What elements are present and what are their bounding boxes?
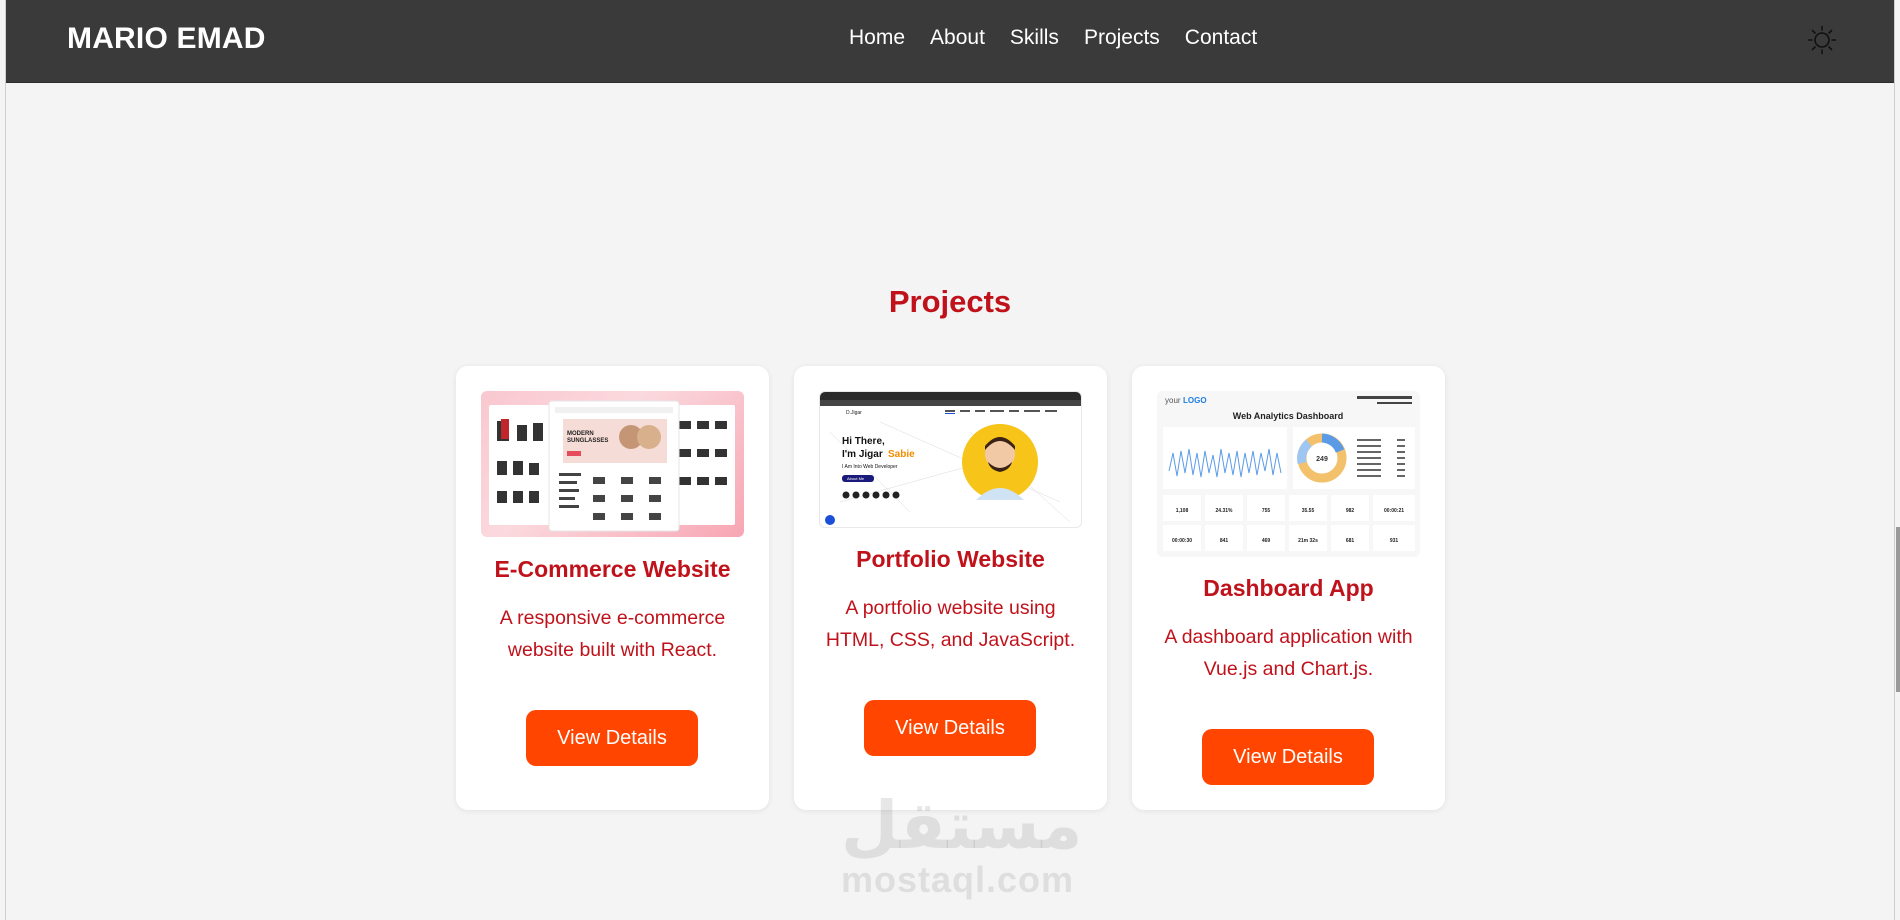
project-card-dashboard: your LOGO Web Analytics Dashboard 249 1,… [1132, 366, 1445, 810]
svg-text:755: 755 [1262, 508, 1271, 514]
svg-text:469: 469 [1262, 538, 1271, 544]
svg-text:Web Analytics Dashboard: Web Analytics Dashboard [1233, 411, 1344, 421]
nav-links: Home About Skills Projects Contact [849, 26, 1282, 50]
svg-text:00:00:21: 00:00:21 [1384, 508, 1404, 514]
nav-skills[interactable]: Skills [1010, 26, 1059, 50]
project-title: Dashboard App [1203, 575, 1374, 601]
svg-text:00:00:30: 00:00:30 [1172, 538, 1192, 544]
projects-title: Projects [888, 284, 1012, 319]
portfolio-preview-image: D.Jigar Hi There, I'm Jigar Sabie I Am I… [820, 392, 1081, 525]
project-title: E-Commerce Website [494, 556, 731, 582]
dashboard-preview-image: your LOGO Web Analytics Dashboard 249 1,… [1157, 391, 1420, 557]
svg-text:982: 982 [1346, 508, 1355, 514]
svg-text:LOGO: LOGO [1183, 396, 1207, 405]
svg-text:your: your [1165, 396, 1181, 405]
theme-toggle-button[interactable] [1807, 25, 1837, 55]
svg-text:1,108: 1,108 [1176, 508, 1189, 514]
project-card-ecommerce: MODERN SUNGLASSES E-Commerce Website A r… [456, 366, 769, 810]
view-details-button[interactable]: View Details [864, 700, 1036, 756]
svg-text:MODERN: MODERN [567, 431, 594, 437]
ecommerce-thumbnail[interactable]: MODERN SUNGLASSES [481, 391, 744, 537]
dashboard-thumbnail[interactable]: your LOGO Web Analytics Dashboard 249 1,… [1157, 391, 1420, 557]
project-description: A responsive e-commerce website built wi… [499, 607, 726, 661]
svg-text:D.Jigar: D.Jigar [846, 410, 862, 416]
svg-text:681: 681 [1346, 538, 1355, 544]
ecommerce-preview-image: MODERN SUNGLASSES [489, 400, 735, 532]
navbar: MARIO EMAD Home About Skills Projects Co… [6, 0, 1894, 83]
project-description: A portfolio website using HTML, CSS, and… [825, 597, 1076, 651]
svg-text:35.55: 35.55 [1302, 508, 1315, 514]
svg-text:About Me: About Me [847, 476, 865, 481]
nav-contact[interactable]: Contact [1185, 26, 1257, 50]
view-details-button[interactable]: View Details [1202, 729, 1374, 785]
svg-text:21m 32s: 21m 32s [1298, 538, 1318, 544]
nav-about[interactable]: About [930, 26, 985, 50]
view-details-button[interactable]: View Details [526, 710, 698, 766]
watermark-latin: mostaql.com [841, 859, 1075, 900]
brand-logo[interactable]: MARIO EMAD [67, 22, 266, 56]
svg-text:SUNGLASSES: SUNGLASSES [567, 438, 608, 444]
svg-text:249: 249 [1316, 456, 1328, 463]
svg-text:Sabie: Sabie [888, 449, 915, 460]
svg-text:931: 931 [1390, 538, 1399, 544]
svg-text:Hi There,: Hi There, [842, 436, 885, 447]
scrollbar-thumb[interactable] [1896, 527, 1900, 692]
svg-text:I'm Jigar: I'm Jigar [842, 449, 883, 460]
project-card-portfolio: D.Jigar Hi There, I'm Jigar Sabie I Am I… [794, 366, 1107, 810]
project-title: Portfolio Website [856, 546, 1045, 572]
portfolio-thumbnail[interactable]: D.Jigar Hi There, I'm Jigar Sabie I Am I… [819, 391, 1082, 528]
project-description: A dashboard application with Vue.js and … [1164, 626, 1413, 680]
svg-text:841: 841 [1220, 538, 1229, 544]
page-frame: MARIO EMAD Home About Skills Projects Co… [5, 0, 1895, 920]
sun-icon [1807, 25, 1837, 55]
svg-text:I Am Into Web Developer: I Am Into Web Developer [842, 464, 898, 470]
nav-projects[interactable]: Projects [1084, 26, 1160, 50]
nav-home[interactable]: Home [849, 26, 905, 50]
svg-text:24.31%: 24.31% [1216, 508, 1234, 514]
